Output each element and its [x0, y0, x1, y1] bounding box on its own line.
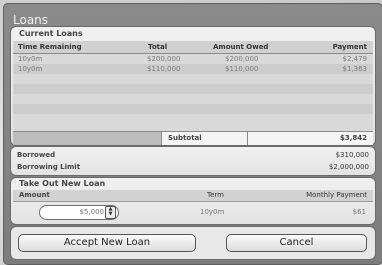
borrowed-value: $310,000: [335, 151, 369, 159]
subtotal-label: Subtotal: [168, 134, 202, 142]
col-total[interactable]: Total: [148, 41, 167, 53]
amount-stepper[interactable]: ▲ ▼: [105, 206, 116, 219]
cell-time: 10y0m: [18, 55, 43, 63]
subtotal-bar: Subtotal $3,842: [13, 131, 373, 145]
table-row[interactable]: 10y0m $110,000 $110,000 $1,363: [13, 64, 373, 74]
cell-time: 10y0m: [18, 65, 43, 73]
borrowed-label: Borrowed: [17, 151, 56, 159]
cell-owed: $200,000: [225, 55, 259, 63]
empty-row: [13, 74, 373, 84]
amount-value: $5,000: [79, 208, 105, 216]
current-loans-panel: Current Loans Time Remaining Total Amoun…: [10, 26, 376, 146]
new-loan-panel: Take Out New Loan Amount Term Monthly Pa…: [10, 177, 376, 225]
cell-payment: $2,479: [342, 55, 368, 63]
cell-total: $110,000: [147, 65, 181, 73]
col-amount-owed[interactable]: Amount Owed: [213, 41, 268, 53]
empty-row: [13, 114, 373, 124]
loans-table-body: 10y0m $200,000 $200,000 $2,479 10y0m $11…: [13, 54, 373, 131]
borrowing-summary-panel: Borrowed $310,000 Borrowing Limit $2,000…: [10, 146, 376, 176]
cancel-button[interactable]: Cancel: [226, 234, 367, 252]
borrowing-limit-value: $2,000,000: [328, 163, 369, 171]
term-label: Term: [207, 191, 224, 199]
loans-table-header: Time Remaining Total Amount Owed Payment: [13, 41, 373, 54]
stepper-down-icon[interactable]: ▼: [106, 212, 115, 217]
button-bar: Accept New Loan Cancel: [10, 226, 376, 260]
cell-total: $200,000: [147, 55, 181, 63]
col-payment[interactable]: Payment: [333, 41, 367, 53]
empty-row: [13, 84, 373, 94]
term-value: 10y0m: [200, 208, 225, 216]
monthly-payment-label: Monthly Payment: [306, 191, 367, 199]
current-loans-heading: Current Loans: [19, 29, 83, 38]
monthly-payment-value: $61: [352, 208, 366, 216]
table-row[interactable]: 10y0m $200,000 $200,000 $2,479: [13, 54, 373, 64]
empty-row: [13, 104, 373, 114]
new-loan-heading: Take Out New Loan: [19, 179, 106, 188]
borrowing-limit-label: Borrowing Limit: [17, 163, 81, 171]
cell-payment: $1,363: [342, 65, 368, 73]
empty-row: [13, 94, 373, 104]
amount-input[interactable]: $5,000 ▲ ▼: [39, 205, 119, 220]
accept-new-loan-button[interactable]: Accept New Loan: [18, 234, 196, 252]
subtotal-value: $3,842: [339, 134, 367, 142]
amount-label: Amount: [19, 191, 50, 199]
window-title: Loans: [13, 13, 49, 27]
loans-window: Loans Current Loans Time Remaining Total…: [3, 3, 382, 265]
cell-owed: $110,000: [225, 65, 259, 73]
col-time-remaining[interactable]: Time Remaining: [18, 41, 82, 53]
